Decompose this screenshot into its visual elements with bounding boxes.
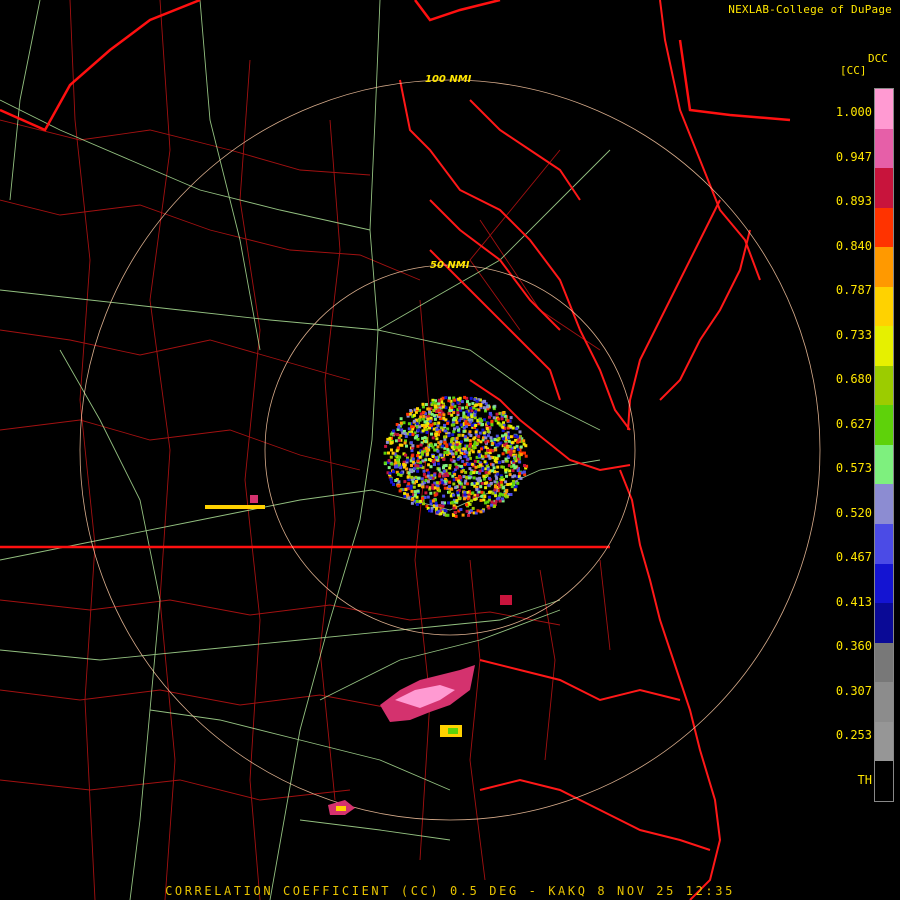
radar-map: 50 NMI 100 NMI xyxy=(0,0,900,900)
legend-tick: 0.733 xyxy=(835,327,872,342)
legend-color-segment xyxy=(875,207,893,248)
legend-color-segment xyxy=(875,484,893,525)
legend-color-segment xyxy=(875,247,893,287)
legend-tick: 0.680 xyxy=(835,372,872,386)
legend-unit: [CC] xyxy=(840,64,867,77)
legend-color-segment xyxy=(875,286,893,327)
legend-color-segment xyxy=(875,721,893,762)
legend-tick: 0.893 xyxy=(835,194,872,208)
legend-tick: 0.840 xyxy=(835,238,872,253)
legend-tick: 0.787 xyxy=(835,283,872,297)
legend-color-segment xyxy=(875,89,893,129)
credit-label: NEXLAB-College of DuPage xyxy=(728,3,892,16)
legend-tick: 0.360 xyxy=(835,639,872,653)
legend-color-segment xyxy=(875,405,893,445)
legend-color-segment xyxy=(875,642,893,683)
legend-color-segment xyxy=(875,128,893,169)
legend-color-segment xyxy=(875,365,893,406)
legend-color-segment xyxy=(875,603,893,643)
legend-color-segment xyxy=(875,761,893,801)
product-footer: CORRELATION COEFFICIENT (CC) 0.5 DEG - K… xyxy=(165,884,735,898)
legend-product: DCC xyxy=(868,52,888,65)
legend-tick: 0.253 xyxy=(835,728,872,742)
legend-color-segment xyxy=(875,682,893,722)
range-label-50: 50 NMI xyxy=(430,260,470,271)
legend-tick: TH xyxy=(857,772,872,787)
legend-tick: 0.947 xyxy=(835,149,872,164)
legend-color-bar xyxy=(874,88,894,802)
legend-tick: 0.627 xyxy=(835,416,872,431)
legend-color-segment xyxy=(875,524,893,564)
legend-color-segment xyxy=(875,326,893,366)
legend-color-segment xyxy=(875,168,893,208)
legend-tick: 0.520 xyxy=(835,505,872,520)
range-label-100: 100 NMI xyxy=(425,74,472,85)
legend-color-segment xyxy=(875,563,893,604)
legend-tick: 1.000 xyxy=(835,105,872,119)
color-legend: DCC [CC] 1.000 0.947 0.893 0.840 0.787 0.733 0… xyxy=(820,52,898,812)
legend-tick: 0.307 xyxy=(835,683,872,698)
legend-tick: 0.573 xyxy=(835,461,872,475)
legend-tick: 0.413 xyxy=(835,594,872,609)
legend-color-segment xyxy=(875,444,893,485)
legend-tick: 0.467 xyxy=(835,550,872,564)
